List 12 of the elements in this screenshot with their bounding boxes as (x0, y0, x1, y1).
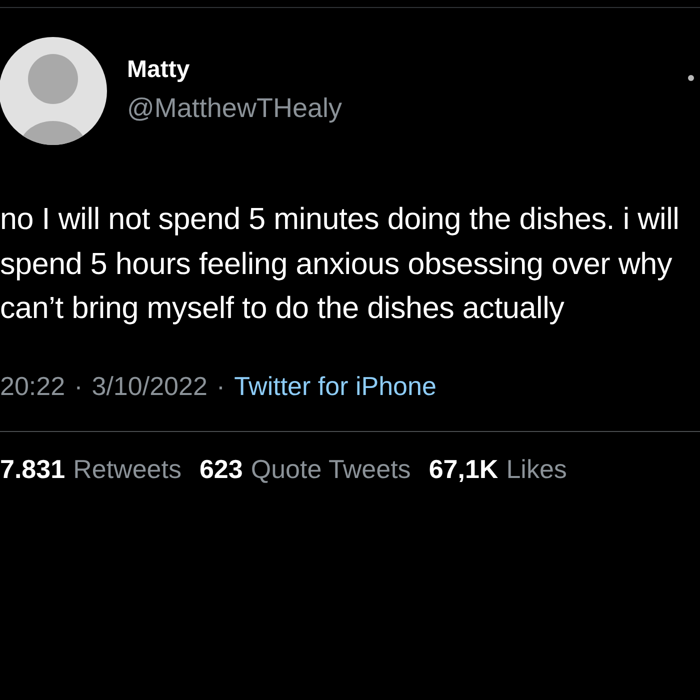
tweet-date: 3/10/2022 (92, 370, 208, 404)
tweet-time: 20:22 (0, 370, 66, 404)
separator-dot: · (74, 370, 83, 404)
stat-link[interactable]: 7.831 Retweets (0, 452, 182, 486)
stat-link[interactable]: 623 Quote Tweets (199, 452, 411, 486)
stat-link[interactable]: 67,1K Likes (428, 452, 567, 486)
author-name[interactable]: Matty (127, 55, 342, 85)
source-link[interactable]: Twitter for iPhone (234, 369, 436, 404)
separator-dot: · (216, 370, 226, 404)
tweet-text: no I will not spend 5 minutes doing the dishes. i will spend 5 hours feeling anxious obsessing over why can’t bring myself to do the dishes actually (0, 201, 680, 328)
avatar-icon (0, 37, 107, 145)
author-handle[interactable]: @MatthewTHealy (127, 91, 342, 125)
